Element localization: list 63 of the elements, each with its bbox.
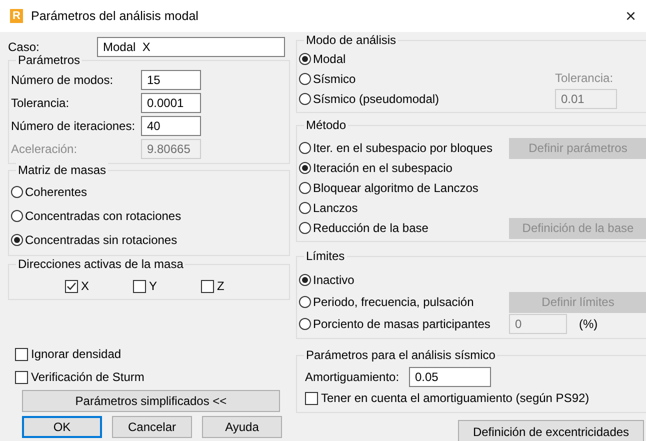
group-title: Modo de análisis (304, 33, 398, 47)
radio-button[interactable]: Iter. en el subespacio por bloques (299, 140, 492, 156)
field-label: Número de iteraciones: (11, 118, 136, 132)
checkmark-icon (66, 280, 77, 292)
checkbox[interactable]: Ignorar densidad (15, 346, 122, 362)
checkbox[interactable]: X (65, 278, 90, 294)
radio-button[interactable]: Modal (299, 51, 346, 67)
checkbox[interactable]: Tener en cuenta el amortiguamiento (según PS92) (305, 390, 590, 406)
group-title: Método (304, 118, 348, 132)
button[interactable]: Cancelar (112, 416, 192, 438)
field-label: Amortiguamiento: (305, 370, 400, 384)
radio-circle[interactable] (299, 182, 311, 194)
checkbox[interactable]: Z (201, 278, 224, 294)
input-field[interactable]: Modal X (97, 37, 285, 57)
radio-button[interactable]: Sísmico (299, 71, 356, 87)
radio-circle[interactable] (299, 142, 311, 154)
radio-circle[interactable] (299, 274, 311, 286)
radio-circle[interactable] (299, 73, 311, 85)
field-label: Caso: (8, 40, 40, 54)
input-field[interactable]: 15 (141, 70, 201, 90)
radio-button[interactable]: Concentradas con rotaciones (11, 208, 182, 224)
radio-button[interactable]: Periodo, frecuencia, pulsación (299, 294, 474, 310)
radio-circle[interactable] (299, 318, 311, 330)
button[interactable]: OK (22, 416, 102, 438)
field-label: Tolerancia: (555, 71, 614, 85)
group-title: Matriz de masas (16, 163, 108, 177)
radio-circle[interactable] (299, 202, 311, 214)
radio-circle[interactable] (299, 162, 311, 174)
group-title: Límites (304, 249, 347, 263)
group-title: Parámetros para el análisis sísmico (304, 348, 498, 362)
radio-button[interactable]: Sísmico (pseudomodal) (299, 91, 440, 107)
radio-circle[interactable] (11, 210, 23, 222)
radio-button[interactable]: Inactivo (299, 272, 354, 288)
input-field[interactable]: 0.0001 (141, 92, 201, 112)
radio-circle[interactable] (299, 222, 311, 234)
close-button[interactable]: × (625, 6, 636, 26)
app-logo: R (10, 9, 23, 23)
input-field[interactable]: 0.05 (409, 366, 491, 386)
radio-circle[interactable] (299, 296, 311, 308)
radio-button[interactable]: Iteración en el subespacio (299, 160, 452, 176)
radio-circle[interactable] (11, 186, 23, 198)
window-title: Parámetros del análisis modal (31, 9, 200, 23)
button[interactable]: Ayuda (202, 416, 282, 438)
radio-button[interactable]: Concentradas sin rotaciones (11, 232, 178, 248)
checkbox[interactable]: Verificación de Sturm (15, 369, 144, 385)
radio-button[interactable]: Lanczos (299, 200, 358, 216)
radio-circle[interactable] (299, 53, 311, 65)
field-label: Aceleración: (11, 142, 78, 156)
radio-button[interactable]: Reducción de la base (299, 220, 428, 236)
group-title: Parámetros (16, 53, 82, 67)
field-label: Tolerancia: (11, 96, 70, 110)
radio-circle[interactable] (11, 234, 23, 246)
group-title: Direcciones activas de la masa (16, 257, 186, 271)
unit-label: (%) (579, 317, 598, 331)
radio-circle[interactable] (299, 93, 311, 105)
radio-button[interactable]: Coherentes (11, 184, 88, 200)
radio-button[interactable]: Bloquear algoritmo de Lanczos (299, 180, 478, 196)
checkbox[interactable]: Y (133, 278, 158, 294)
input-field[interactable]: 40 (141, 116, 201, 136)
button[interactable]: Parámetros simplificados << (22, 390, 280, 412)
button[interactable]: Definición de excentricidades (458, 420, 644, 441)
radio-button[interactable]: Porciento de masas participantes (299, 316, 490, 332)
field-label: Número de modos: (11, 72, 114, 86)
